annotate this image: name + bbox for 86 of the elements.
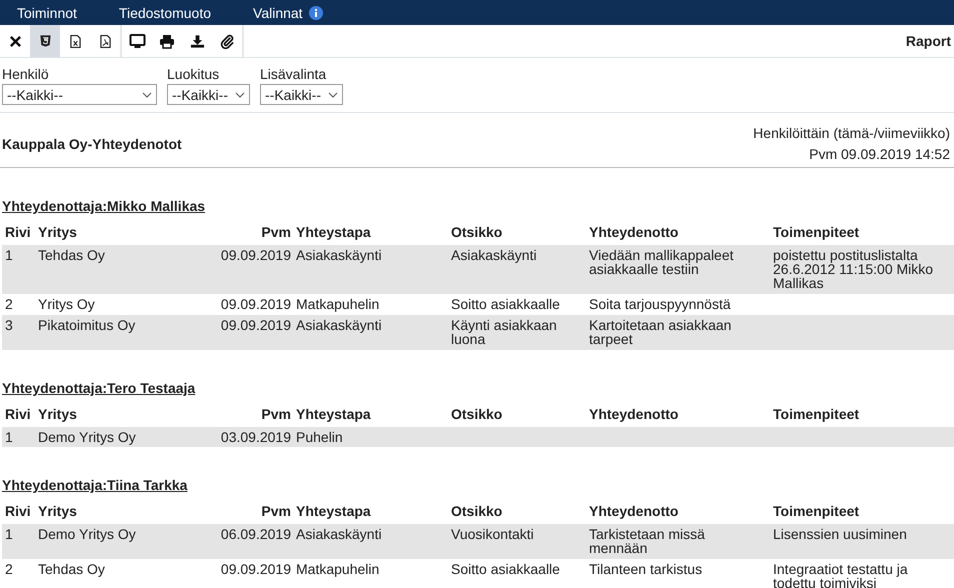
table-cell: 1 xyxy=(5,247,13,263)
table-cell: Tehdas Oy xyxy=(38,561,105,577)
table-cell: Demo Yritys Oy xyxy=(38,526,136,542)
download-icon xyxy=(190,34,204,48)
column-header: Yhteystapa xyxy=(293,497,448,524)
chevron-icon xyxy=(235,92,245,98)
table-cell: Asiakaskäynti xyxy=(451,247,537,263)
table-cell: 09.09.2019 xyxy=(220,296,291,312)
column-header: Yhteydenotto xyxy=(586,400,770,427)
table-cell: Tehdas Oy xyxy=(38,247,105,263)
paperclip-icon xyxy=(220,34,234,48)
table-cell: 1 xyxy=(5,429,13,445)
report-title: Raport xyxy=(906,33,951,49)
column-header: Otsikko xyxy=(448,497,586,524)
column-header: Toimenpiteet xyxy=(770,497,954,524)
table-cell: Soitto asiakkaalle xyxy=(451,296,560,312)
chevron-icon xyxy=(328,92,338,98)
column-header: Yhteydenotto xyxy=(586,497,770,524)
column-header: Yritys xyxy=(35,400,210,427)
column-header: Yhteystapa xyxy=(293,400,448,427)
group-heading: Yhteydenottaja:Tiina Tarkka xyxy=(2,477,188,493)
column-header: Yhteystapa xyxy=(293,218,448,245)
filter-label: Luokitus xyxy=(167,66,220,82)
table-cell: 1 xyxy=(5,526,13,542)
report-date: Pvm 09.09.2019 14:52 xyxy=(809,145,950,164)
table-cell: Asiakaskäynti xyxy=(296,526,382,542)
filter-label: Henkilö xyxy=(2,66,50,82)
shield-icon xyxy=(38,34,52,48)
table-cell: Matkapuhelin xyxy=(296,561,380,577)
filter-label: Lisävalinta xyxy=(260,66,328,82)
pdf-file-icon xyxy=(100,34,110,48)
close-icon xyxy=(8,34,22,48)
column-header: Pvm xyxy=(210,218,293,245)
menu-item[interactable]: Tiedostomuoto xyxy=(118,4,212,20)
group-heading: Yhteydenottaja:Tero Testaaja xyxy=(2,380,196,396)
column-header: Toimenpiteet xyxy=(770,400,954,427)
printer-icon xyxy=(159,34,175,48)
table-cell: poistettu postituslistalta 26.6.2012 11:15:00 Mikko Mallikas xyxy=(773,247,934,291)
column-header: Yritys xyxy=(35,218,210,245)
report-subtitle: Henkilöittäin (tämä-/viimeviikko) xyxy=(753,124,950,143)
table-cell: Käynti asiakkaan luona xyxy=(451,317,557,347)
table-cell: Viedään mallikappaleet asiakkaalle testiin xyxy=(589,247,734,277)
table-cell: 09.09.2019 xyxy=(220,317,291,333)
table-cell: 2 xyxy=(5,296,13,312)
spreadsheet-file-icon xyxy=(70,34,80,48)
report-name: Kauppala Oy-Yhteydenotot xyxy=(2,136,182,152)
column-header: Rivi xyxy=(2,218,35,245)
table-cell: 06.09.2019 xyxy=(220,526,291,542)
column-header: Otsikko xyxy=(448,218,586,245)
column-header: Pvm xyxy=(210,400,293,427)
shield-button[interactable] xyxy=(30,25,60,57)
table-cell: 2 xyxy=(5,561,13,577)
table-cell: 09.09.2019 xyxy=(220,561,291,577)
monitor-icon xyxy=(128,34,146,48)
group-heading: Yhteydenottaja:Mikko Mallikas xyxy=(2,198,206,214)
table-cell: Tilanteen tarkistus xyxy=(589,561,702,577)
table-cell: 03.09.2019 xyxy=(220,429,291,445)
table-cell: 3 xyxy=(5,317,13,333)
table-cell: Yritys Oy xyxy=(38,296,95,312)
table-cell: Kartoitetaan asiakkaan tarpeet xyxy=(589,317,732,347)
table-cell: Matkapuhelin xyxy=(296,296,380,312)
table-cell: Lisenssien uusiminen xyxy=(773,526,907,542)
table-cell: Asiakaskäynti xyxy=(296,317,382,333)
dropdown[interactable]: --Kaikki-- xyxy=(167,84,250,105)
column-header: Yhteydenotto xyxy=(586,218,770,245)
column-header: Yritys xyxy=(35,497,210,524)
table-cell: Asiakaskäynti xyxy=(296,247,382,263)
table-cell: Vuosikontakti xyxy=(451,526,534,542)
chevron-icon xyxy=(142,92,152,98)
column-header: Rivi xyxy=(2,400,35,427)
menu-item[interactable]: Toiminnot xyxy=(17,4,77,20)
column-header: Toimenpiteet xyxy=(770,218,954,245)
dropdown[interactable]: --Kaikki-- xyxy=(260,84,343,105)
dropdown[interactable]: --Kaikki-- xyxy=(2,84,157,105)
table-cell: Tarkistetaan missä mennään xyxy=(589,526,705,556)
column-header: Otsikko xyxy=(448,400,586,427)
column-header: Rivi xyxy=(2,497,35,524)
table-cell: Soita tarjouspyynnöstä xyxy=(589,296,731,312)
column-header: Pvm xyxy=(210,497,293,524)
table-cell: Soitto asiakkaalle xyxy=(451,561,560,577)
table-cell: Puhelin xyxy=(296,429,343,445)
table-cell: Integraatiot testattu ja todettu toimiviksi xyxy=(773,561,908,588)
menu-item[interactable]: Valinnat xyxy=(253,4,323,20)
table-cell: 09.09.2019 xyxy=(220,247,291,263)
table-cell: Demo Yritys Oy xyxy=(38,429,136,445)
table-cell: Pikatoimitus Oy xyxy=(38,317,136,333)
